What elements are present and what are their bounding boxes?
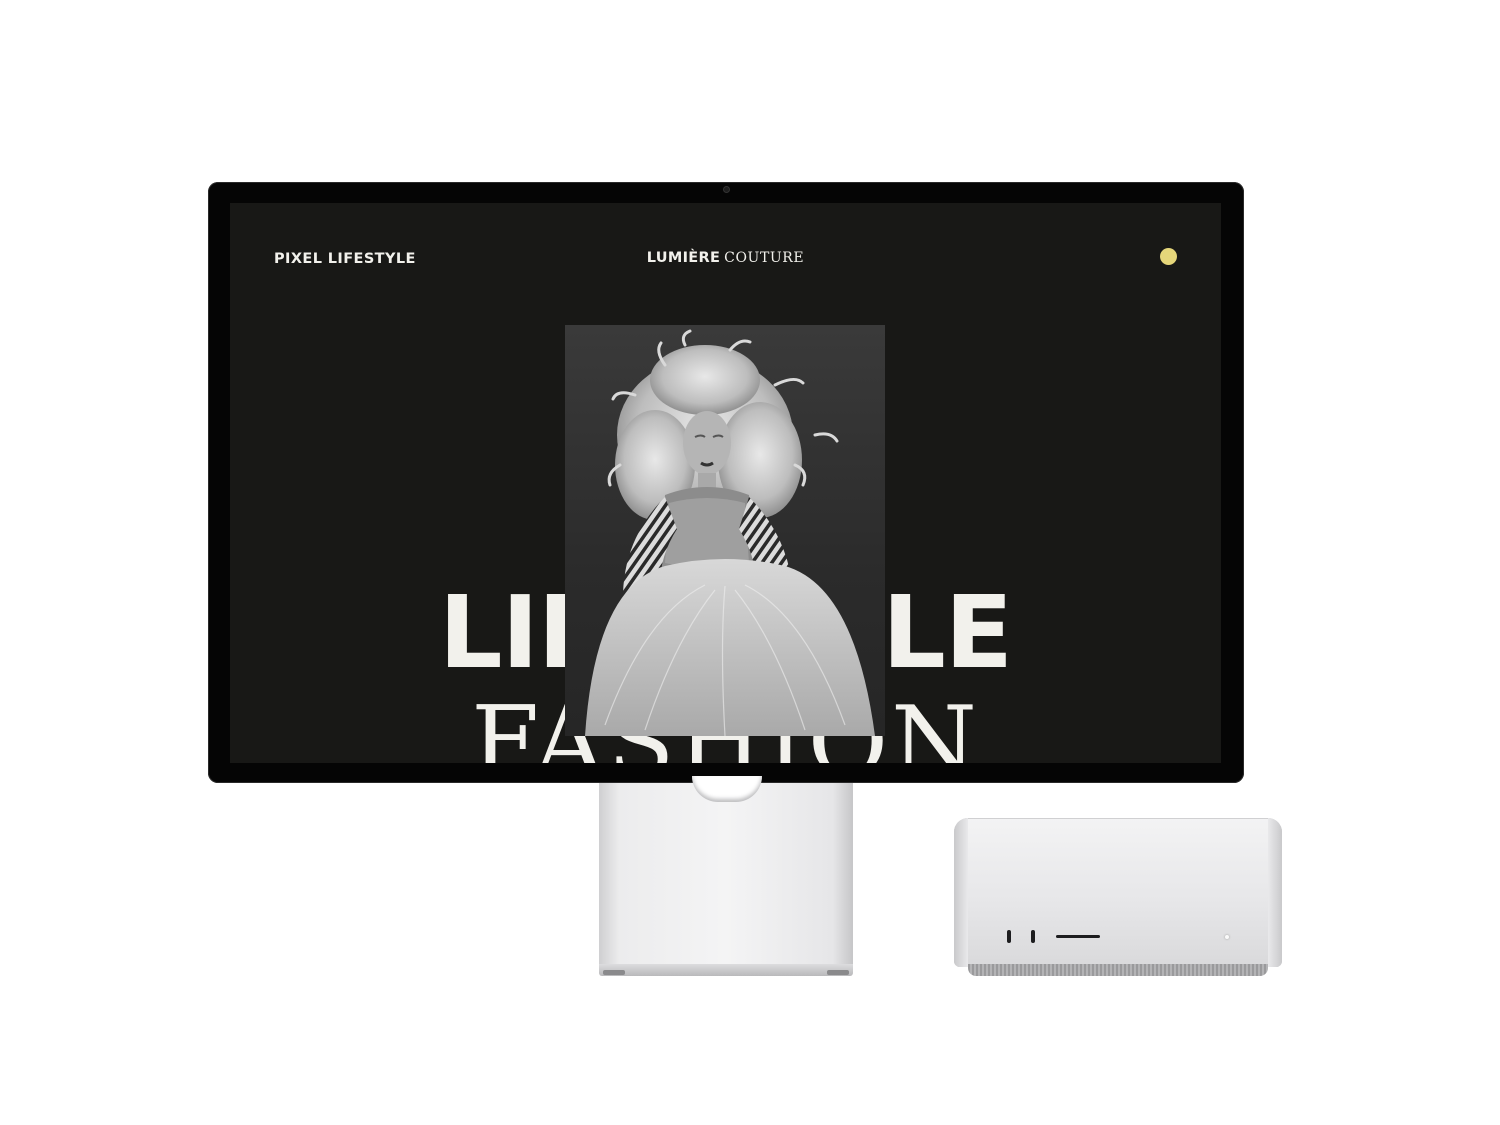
camera-icon <box>724 187 729 192</box>
mac-studio-left-edge <box>954 818 968 967</box>
menu-dot-button[interactable] <box>1160 248 1177 265</box>
sd-card-slot-icon <box>1056 935 1100 938</box>
usb-c-port-icon <box>1031 930 1035 943</box>
power-led-icon <box>1225 935 1229 939</box>
website-screen: PIXEL LIFESTYLE LUMIÈRECOUTURE LIFESTYLE… <box>230 203 1221 763</box>
brand-center-bold: LUMIÈRE <box>646 250 721 266</box>
mac-studio-right-edge <box>1268 818 1282 967</box>
hero-photo <box>565 325 885 736</box>
mac-studio-vent <box>968 964 1268 976</box>
stand-base <box>599 964 853 976</box>
mac-studio <box>954 818 1282 967</box>
studio-display: PIXEL LIFESTYLE LUMIÈRECOUTURE LIFESTYLE… <box>208 182 1244 783</box>
stand-foot-left <box>603 970 625 975</box>
monitor-stand <box>599 783 853 973</box>
brand-center-light: COUTURE <box>724 250 805 266</box>
fashion-portrait-photo-icon <box>585 329 875 736</box>
stand-foot-right <box>827 970 849 975</box>
usb-c-port-icon <box>1007 930 1011 943</box>
brand-logo-center[interactable]: LUMIÈRE COUTURE <box>230 250 1221 266</box>
